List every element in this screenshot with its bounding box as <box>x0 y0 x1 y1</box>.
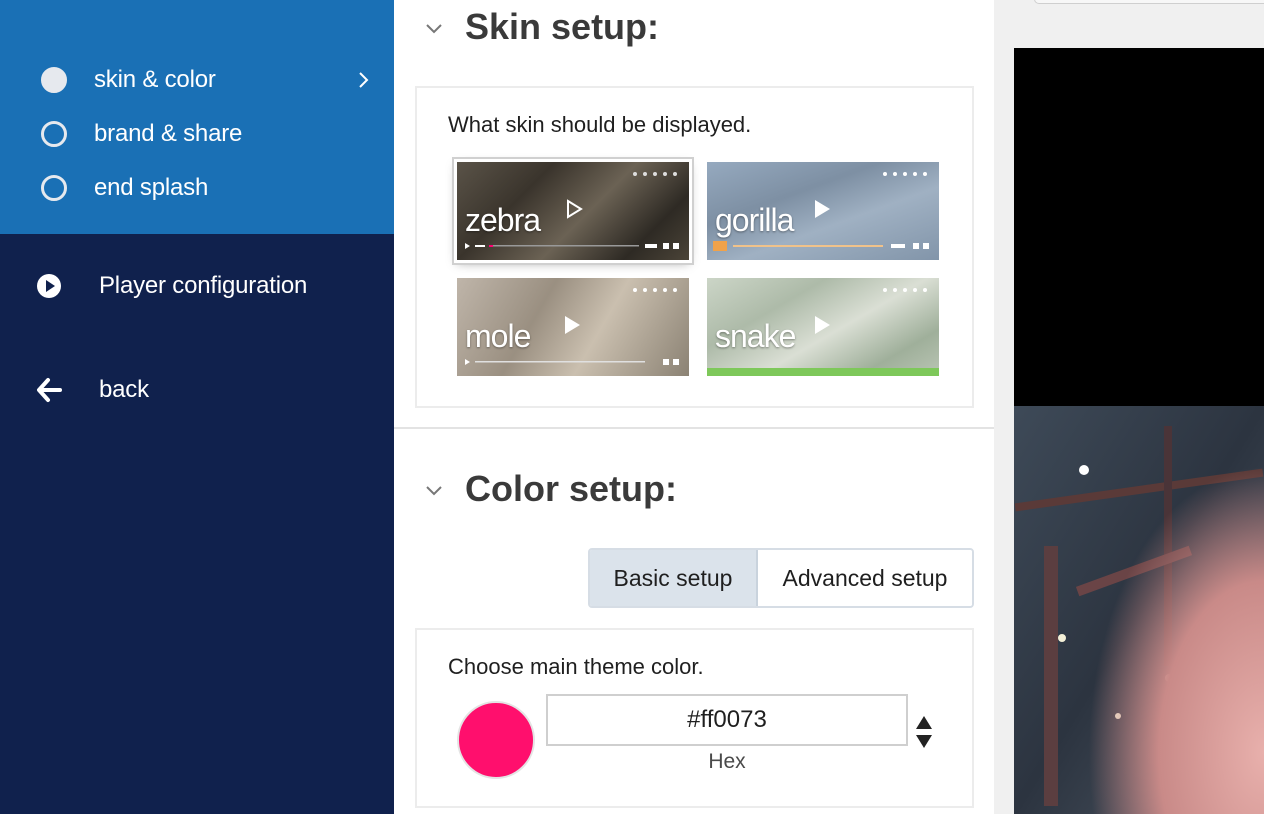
chevron-down-icon[interactable] <box>424 22 444 36</box>
skin-option-gorilla[interactable]: gorilla <box>707 162 939 260</box>
video-frame-image <box>1014 406 1264 814</box>
share-icons <box>883 288 927 292</box>
sidebar-item-label: skin & color <box>94 66 216 93</box>
skin-option-snake[interactable]: snake <box>707 278 939 376</box>
sidebar-item-label: end splash <box>94 174 209 201</box>
sidebar-item-skin-color[interactable]: skin & color <box>0 60 394 100</box>
radio-empty-icon <box>41 175 67 201</box>
player-preview <box>994 0 1264 814</box>
preview-blank-area <box>1014 48 1264 406</box>
nav-label: back <box>99 376 149 403</box>
setup-mode-toggle: Basic setup Advanced setup <box>588 548 974 608</box>
hex-color-input[interactable] <box>546 694 908 746</box>
play-icon <box>815 316 830 334</box>
section-divider <box>394 427 994 429</box>
skin-name: gorilla <box>715 202 794 238</box>
control-bar <box>465 359 679 365</box>
skin-option-zebra[interactable]: zebra <box>457 162 689 260</box>
play-circle-icon <box>37 274 61 298</box>
settings-panel: Skin setup: What skin should be displaye… <box>394 0 994 814</box>
control-bar <box>465 243 679 249</box>
sidebar-item-end-splash[interactable]: end splash <box>0 168 394 208</box>
radio-empty-icon <box>41 121 67 147</box>
control-bar <box>713 241 929 251</box>
skin-name: snake <box>715 318 796 354</box>
preview-tab <box>1034 0 1264 4</box>
tab-advanced-setup[interactable]: Advanced setup <box>758 550 972 606</box>
nav-back[interactable]: back <box>0 368 394 412</box>
skin-setup-title: Skin setup: <box>465 6 660 47</box>
sidebar-item-label: brand & share <box>94 120 243 147</box>
play-icon <box>815 200 830 218</box>
color-setup-title: Color setup: <box>465 468 677 509</box>
arrow-left-icon <box>37 378 62 402</box>
chevron-down-icon[interactable] <box>424 484 444 498</box>
skin-name: zebra <box>465 202 541 238</box>
sidebar: skin & color brand & share end splash Pl… <box>0 0 394 814</box>
control-bar <box>707 368 939 376</box>
skin-card: What skin should be displayed. zebra gor… <box>415 86 974 408</box>
share-icons <box>633 288 677 292</box>
skin-name: mole <box>465 318 531 354</box>
skin-prompt: What skin should be displayed. <box>448 112 752 137</box>
nav-player-configuration[interactable]: Player configuration <box>0 264 394 308</box>
stepper-icon[interactable] <box>914 714 934 750</box>
play-icon <box>567 199 583 219</box>
color-swatch[interactable] <box>457 701 535 779</box>
radio-filled-icon <box>41 67 67 93</box>
sidebar-submenu: skin & color brand & share end splash <box>0 0 394 234</box>
tab-basic-setup[interactable]: Basic setup <box>590 550 758 606</box>
play-icon <box>565 316 580 334</box>
hex-label: Hex <box>708 750 746 773</box>
sidebar-item-brand-share[interactable]: brand & share <box>0 114 394 154</box>
share-icons <box>883 172 927 176</box>
chevron-right-icon <box>359 72 369 88</box>
color-prompt: Choose main theme color. <box>448 654 704 679</box>
share-icons <box>633 172 677 176</box>
video-preview-frame[interactable] <box>1014 406 1264 814</box>
skin-option-mole[interactable]: mole <box>457 278 689 376</box>
nav-label: Player configuration <box>99 272 308 299</box>
